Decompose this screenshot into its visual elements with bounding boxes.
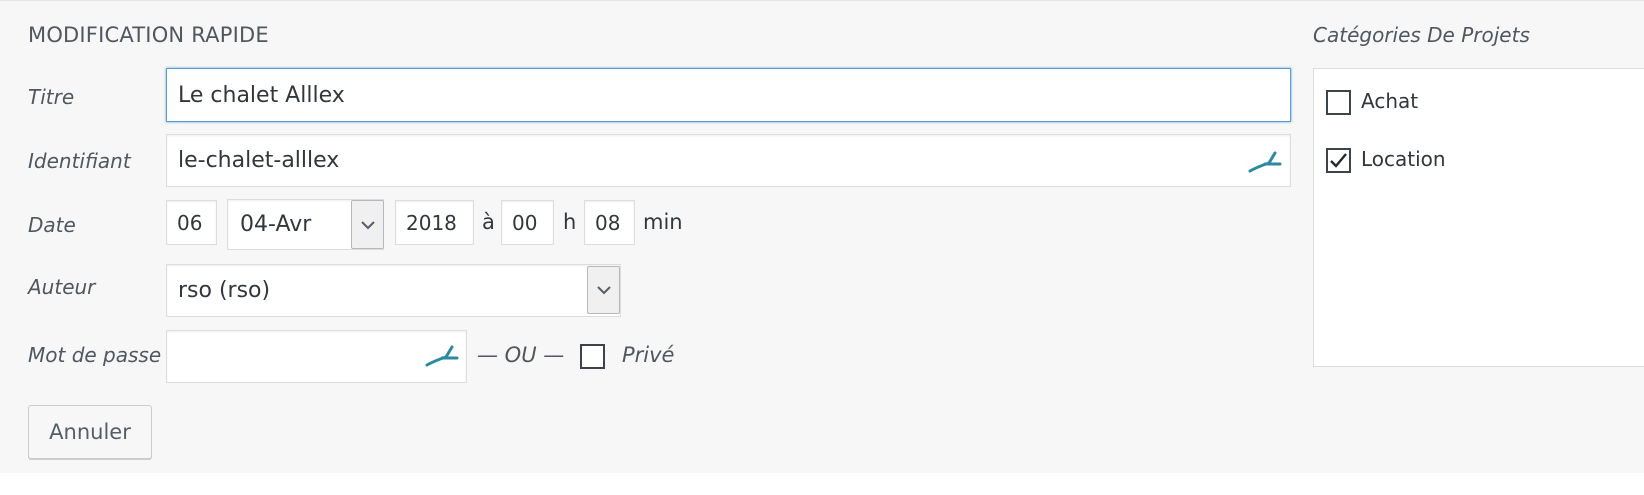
slug-label: Identifiant [28,149,131,173]
private-label: Privé [622,343,675,367]
title-label: Titre [28,85,75,109]
private-checkbox[interactable] [580,344,605,369]
category-checkbox-achat[interactable] [1326,90,1351,115]
category-checkbox-location[interactable] [1326,148,1351,173]
slug-input-value: le-chalet-alllex [178,148,340,173]
minute-input[interactable]: 08 [584,200,635,245]
section-title: MODIFICATION RAPIDE [28,23,269,47]
cancel-button[interactable]: Annuler [28,405,152,459]
hour-value: 00 [512,210,538,235]
categories-title: Catégories De Projets [1313,23,1530,47]
category-label-achat: Achat [1361,89,1419,113]
year-value: 2018 [406,210,457,235]
categories-list: Achat Location [1313,68,1644,367]
date-label: Date [28,213,76,237]
quick-edit-panel: MODIFICATION RAPIDE Titre Le chalet Alll… [0,0,1644,473]
checkmark-icon [1330,153,1347,168]
day-input[interactable]: 06 [166,200,217,245]
password-label: Mot de passe [28,343,162,367]
title-input[interactable]: Le chalet Alllex [166,68,1291,122]
hour-separator: h [563,210,577,234]
password-input[interactable] [166,330,467,383]
slug-input[interactable]: le-chalet-alllex [166,134,1291,187]
month-select-arrow[interactable] [351,200,384,249]
hour-input[interactable]: 00 [501,200,554,245]
author-value: rso (rso) [178,278,271,303]
author-label: Auteur [28,275,96,299]
minute-value: 08 [595,210,621,235]
year-input[interactable]: 2018 [395,200,474,245]
title-input-value: Le chalet Alllex [178,82,345,108]
chevron-down-icon [360,220,375,229]
chevron-down-icon [596,286,611,295]
at-separator: à [482,210,495,234]
or-separator: — OU — [477,343,565,367]
password-manager-icon[interactable] [424,343,460,369]
month-value: 04-Avr [240,212,312,237]
author-select-arrow[interactable] [587,266,620,314]
password-manager-icon[interactable] [1247,149,1283,175]
day-value: 06 [177,210,203,235]
author-select[interactable]: rso (rso) [166,264,621,317]
minute-label: min [643,210,683,234]
category-label-location: Location [1361,147,1446,171]
